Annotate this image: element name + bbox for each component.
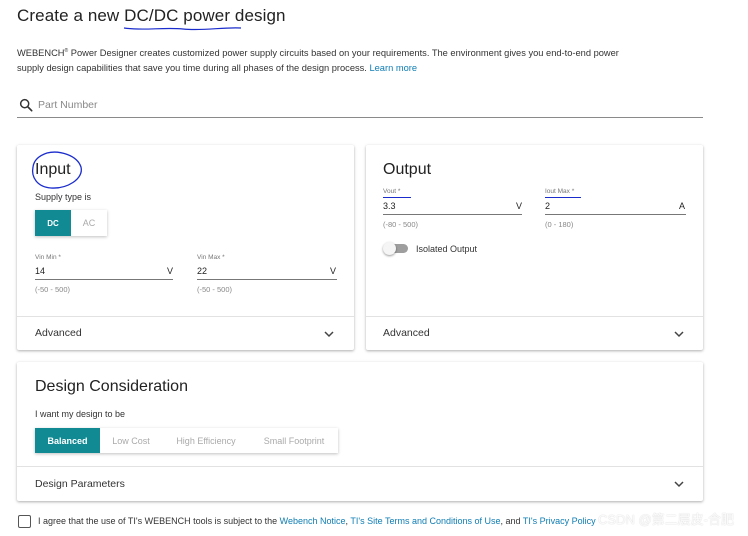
toggle-knob (383, 242, 396, 255)
vin-max-underline (197, 279, 337, 280)
isolated-output-label: Isolated Output (416, 244, 478, 254)
ink-underline-annotation (545, 197, 581, 199)
option-high-efficiency-button[interactable]: High Efficiency (162, 428, 250, 453)
vout-label: Vout * (383, 188, 401, 195)
design-parameters-expander[interactable]: Design Parameters (17, 467, 703, 500)
output-advanced-expander[interactable]: Advanced (366, 317, 703, 349)
ink-circle-annotation (31, 151, 82, 189)
output-card-title: Output (383, 161, 432, 178)
vin-min-range: (-50 - 500) (35, 285, 71, 294)
part-number-input[interactable] (38, 97, 678, 113)
vout-input[interactable]: 3.3 (383, 201, 396, 211)
input-advanced-expander[interactable]: Advanced (17, 317, 354, 349)
design-consideration-title: Design Consideration (35, 378, 188, 395)
chevron-down-icon (674, 331, 684, 338)
design-want-label: I want my design to be (35, 409, 126, 419)
output-card: Output Vout * 3.3 V (-80 - 500) Iout Max… (366, 145, 703, 350)
iout-max-underline (545, 214, 686, 215)
supply-type-ac-button[interactable]: AC (71, 210, 107, 236)
vin-max-range: (-50 - 500) (197, 285, 233, 294)
output-advanced-label: Advanced (383, 327, 430, 339)
ink-underline-annotation (383, 197, 411, 199)
supply-type-dc-button[interactable]: DC (35, 210, 71, 236)
agreement-prefix: I agree that the use of TI's WEBENCH too… (38, 516, 280, 526)
isolated-output-toggle[interactable] (383, 241, 413, 255)
vin-max-unit: V (330, 266, 337, 276)
input-card: Input Supply type is DC AC Vin Min * 14 … (17, 145, 354, 350)
part-number-search (17, 94, 703, 118)
vin-max-input[interactable]: 22 (197, 266, 207, 276)
desc-text: Power Designer creates customized power … (17, 48, 619, 74)
vout-unit: V (516, 201, 523, 211)
agreement-text: I agree that the use of TI's WEBENCH too… (38, 516, 596, 526)
iout-max-range: (0 - 180) (545, 220, 574, 229)
supply-type-toggle: DC AC (35, 210, 107, 236)
iout-max-label: Iout Max * (545, 188, 575, 195)
vout-underline (383, 214, 522, 215)
vin-max-label: Vin Max * (197, 254, 225, 261)
privacy-policy-link[interactable]: TI's Privacy Policy (523, 516, 596, 526)
design-consideration-card: Design Consideration I want my design to… (17, 362, 703, 501)
desc-brand: WEBENCH (17, 48, 65, 59)
design-parameters-label: Design Parameters (35, 478, 125, 490)
vin-min-underline (35, 279, 173, 280)
page-title: Create a new DC/DC power design (17, 6, 286, 25)
vin-min-input[interactable]: 14 (35, 266, 45, 276)
chevron-down-icon (674, 481, 684, 488)
csdn-watermark: CSDN @第二层皮-合肥 (598, 512, 734, 527)
option-low-cost-button[interactable]: Low Cost (100, 428, 162, 453)
agreement-sep2: , and (500, 516, 523, 526)
iout-max-input[interactable]: 2 (545, 201, 550, 211)
input-advanced-label: Advanced (35, 327, 82, 339)
vin-min-label: Vin Min * (35, 254, 61, 261)
page-description: WEBENCH® Power Designer creates customiz… (17, 44, 627, 76)
webench-notice-link[interactable]: Webench Notice (280, 516, 346, 526)
vin-min-unit: V (167, 266, 174, 276)
agree-checkbox[interactable] (18, 515, 31, 528)
ink-underline-annotation (123, 27, 242, 31)
supply-type-label: Supply type is (35, 192, 92, 202)
iout-max-unit: A (679, 201, 686, 211)
vout-range: (-80 - 500) (383, 220, 419, 229)
chevron-down-icon (324, 331, 334, 338)
search-icon[interactable] (19, 98, 33, 112)
learn-more-link[interactable]: Learn more (369, 63, 417, 73)
site-terms-link[interactable]: TI's Site Terms and Conditions of Use (350, 516, 500, 526)
option-small-footprint-button[interactable]: Small Footprint (250, 428, 338, 453)
option-balanced-button[interactable]: Balanced (35, 428, 100, 453)
design-priority-toggle: Balanced Low Cost High Efficiency Small … (35, 428, 338, 453)
